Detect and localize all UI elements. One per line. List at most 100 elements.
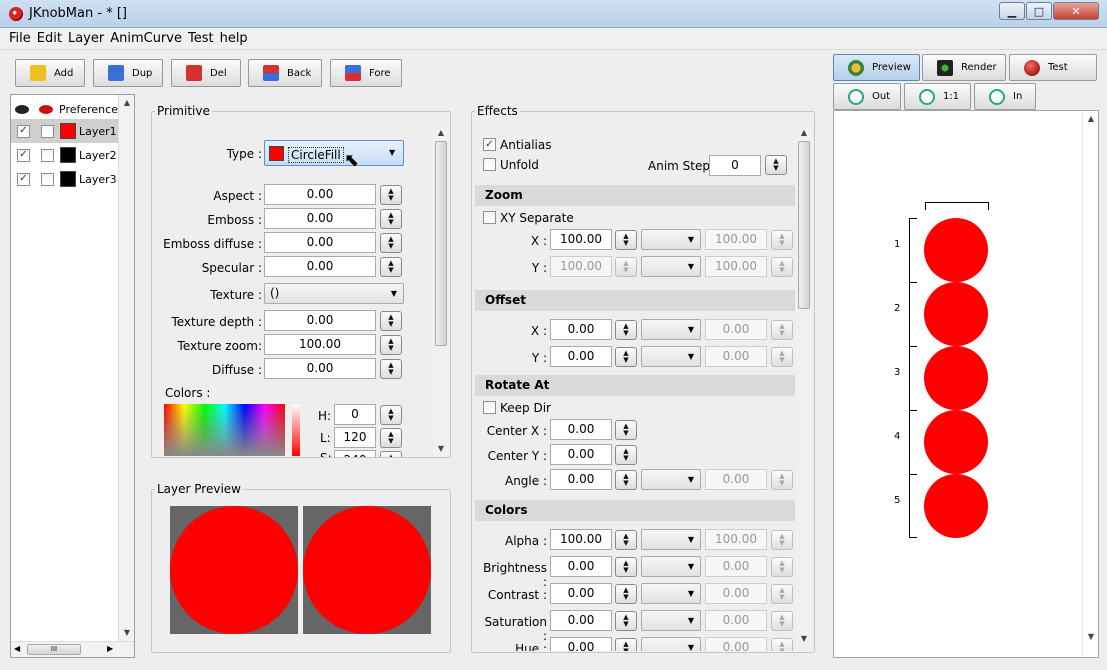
alpha-curve-select[interactable]: ▼ — [641, 529, 701, 550]
layer-row[interactable]: ✓ Layer2 — [11, 143, 118, 167]
emboss-spinner[interactable]: ▲ ▼ — [380, 209, 402, 229]
type-select[interactable]: CircleFill ▼ — [264, 140, 404, 166]
specular-spinner[interactable]: ▲ ▼ — [380, 257, 402, 277]
layer-row[interactable]: ✓ Layer1 — [11, 119, 118, 143]
luminance-spinner[interactable]: ▲ ▼ — [380, 428, 402, 448]
angle-curve-select[interactable]: ▼ — [641, 469, 701, 490]
texture-depth-field[interactable]: 0.00 — [264, 310, 376, 331]
scroll-up-icon[interactable]: ▲ — [1083, 113, 1099, 125]
layer-visible-checkbox[interactable]: ✓ — [17, 148, 30, 162]
specular-field[interactable]: 0.00 — [264, 256, 376, 277]
minimize-button[interactable]: ▁ — [999, 2, 1025, 20]
layer-solo-checkbox[interactable] — [41, 148, 54, 162]
unfold-checkbox[interactable] — [483, 158, 496, 171]
offset-y-field[interactable]: 0.00 — [550, 346, 612, 367]
diffuse-field[interactable]: 0.00 — [264, 358, 376, 379]
saturation-field[interactable]: 240 — [334, 450, 376, 457]
angle-spinner[interactable]: ▲ ▼ — [615, 470, 637, 490]
anim-step-spinner[interactable]: ▲ ▼ — [765, 155, 787, 175]
saturation-curve-select[interactable]: ▼ — [641, 610, 701, 631]
menu-file[interactable]: File — [9, 31, 31, 46]
center-y-field[interactable]: 0.00 — [550, 444, 612, 465]
alpha-field[interactable]: 100.00 — [550, 529, 612, 550]
contrast-spinner[interactable]: ▲ ▼ — [615, 584, 637, 604]
zoom-in-button[interactable]: In — [974, 83, 1036, 110]
menu-layer[interactable]: Layer — [68, 31, 104, 46]
primitive-scroll-thumb[interactable] — [435, 141, 447, 346]
layer-solo-checkbox[interactable] — [41, 124, 54, 138]
test-tab[interactable]: Test — [1009, 54, 1097, 81]
zoom-x-spinner[interactable]: ▲ ▼ — [615, 230, 637, 250]
layer-visible-checkbox[interactable]: ✓ — [17, 172, 30, 186]
scroll-down-icon[interactable]: ▼ — [1083, 631, 1099, 643]
color-picker-spectrum[interactable] — [164, 404, 285, 456]
antialias-checkbox[interactable]: ✓ — [483, 138, 496, 151]
hue-effect-spinner[interactable]: ▲ ▼ — [615, 638, 637, 651]
layer-visible-checkbox[interactable]: ✓ — [17, 124, 30, 138]
scroll-up-icon[interactable]: ▲ — [796, 127, 812, 139]
layer-list-vscrollbar[interactable]: ▲ ▼ — [118, 95, 134, 641]
zoom-reset-button[interactable]: 1:1 — [904, 83, 971, 110]
back-button[interactable]: Back — [248, 59, 322, 87]
brightness-curve-select[interactable]: ▼ — [641, 556, 701, 577]
emboss-diffuse-field[interactable]: 0.00 — [264, 232, 376, 253]
hue-curve-select[interactable]: ▼ — [641, 637, 701, 651]
zoom-out-button[interactable]: Out — [833, 83, 901, 110]
scroll-up-icon[interactable]: ▲ — [433, 127, 449, 139]
texture-zoom-field[interactable]: 100.00 — [264, 334, 376, 355]
hue-field[interactable]: 0 — [334, 404, 376, 425]
hue-spinner[interactable]: ▲ ▼ — [380, 405, 402, 425]
effects-scroll-thumb[interactable] — [798, 141, 810, 309]
keep-dir-checkbox[interactable] — [483, 401, 496, 414]
close-button[interactable]: ✕ — [1053, 2, 1099, 20]
menu-animcurve[interactable]: AnimCurve — [110, 31, 182, 46]
saturation-effect-field[interactable]: 0.00 — [550, 610, 612, 631]
layer-list-hscrollbar[interactable]: ◀ III ▶ — [11, 641, 134, 657]
texture-select[interactable]: () ▼ — [264, 283, 404, 304]
preview-vscrollbar[interactable]: ▲ ▼ — [1082, 111, 1098, 657]
solo-eye-icon[interactable] — [39, 104, 53, 114]
anim-step-field[interactable]: 0 — [709, 155, 761, 176]
contrast-curve-select[interactable]: ▼ — [641, 583, 701, 604]
texture-zoom-spinner[interactable]: ▲ ▼ — [380, 335, 402, 355]
brightness-spinner[interactable]: ▲ ▼ — [615, 557, 637, 577]
scroll-up-icon[interactable]: ▲ — [119, 97, 135, 109]
offset-y-curve-select[interactable]: ▼ — [641, 346, 701, 367]
menu-test[interactable]: Test — [188, 31, 214, 46]
scroll-left-icon[interactable]: ◀ — [14, 644, 20, 653]
zoom-y-curve-select[interactable]: ▼ — [641, 256, 701, 277]
layer-row[interactable]: ✓ Layer3 — [11, 167, 118, 191]
diffuse-spinner[interactable]: ▲ ▼ — [380, 359, 402, 379]
saturation-effect-spinner[interactable]: ▲ ▼ — [615, 611, 637, 631]
add-button[interactable]: Add — [15, 59, 85, 87]
offset-x-curve-select[interactable]: ▼ — [641, 319, 701, 340]
hscroll-thumb[interactable]: III — [27, 644, 81, 655]
zoom-x-field[interactable]: 100.00 — [550, 229, 612, 250]
xy-separate-checkbox[interactable] — [483, 211, 496, 224]
offset-y-spinner[interactable]: ▲ ▼ — [615, 347, 637, 367]
del-button[interactable]: Del — [171, 59, 241, 87]
zoom-x-curve-select[interactable]: ▼ — [641, 229, 701, 250]
center-x-spinner[interactable]: ▲ ▼ — [615, 420, 637, 440]
preference-label[interactable]: Preference — [59, 103, 118, 116]
scroll-right-icon[interactable]: ▶ — [107, 644, 113, 653]
hue-effect-field[interactable]: 0.00 — [550, 637, 612, 651]
layer-solo-checkbox[interactable] — [41, 172, 54, 186]
texture-depth-spinner[interactable]: ▲ ▼ — [380, 311, 402, 331]
alpha-spinner[interactable]: ▲ ▼ — [615, 530, 637, 550]
luminance-slider[interactable] — [292, 404, 300, 456]
scroll-down-icon[interactable]: ▼ — [796, 633, 812, 645]
preview-tab[interactable]: Preview — [833, 54, 920, 81]
center-x-field[interactable]: 0.00 — [550, 419, 612, 440]
offset-x-spinner[interactable]: ▲ ▼ — [615, 320, 637, 340]
brightness-field[interactable]: 0.00 — [550, 556, 612, 577]
aspect-field[interactable]: 0.00 — [264, 184, 376, 205]
contrast-field[interactable]: 0.00 — [550, 583, 612, 604]
scroll-down-icon[interactable]: ▼ — [119, 627, 135, 639]
effects-vscrollbar[interactable]: ▲ ▼ — [796, 125, 812, 647]
scroll-down-icon[interactable]: ▼ — [433, 443, 449, 455]
render-tab[interactable]: Render — [922, 54, 1006, 81]
emboss-field[interactable]: 0.00 — [264, 208, 376, 229]
center-y-spinner[interactable]: ▲ ▼ — [615, 445, 637, 465]
dup-button[interactable]: Dup — [93, 59, 163, 87]
